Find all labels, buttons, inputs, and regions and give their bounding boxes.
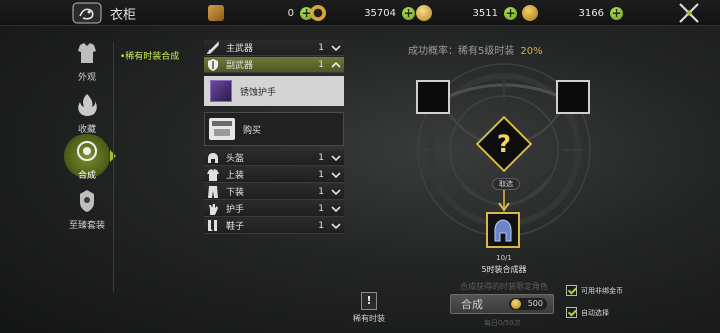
chevron-down-icon bbox=[331, 171, 341, 178]
success-rate: 成功概率：稀有5级时装 20% bbox=[408, 46, 543, 57]
subtab-rare-synthesis[interactable]: •稀有时装合成 bbox=[120, 49, 179, 62]
checkbox-box[interactable] bbox=[566, 307, 577, 318]
chevron-down-icon bbox=[331, 44, 341, 51]
material-slot-left[interactable] bbox=[416, 80, 450, 114]
category-row-bottom[interactable]: 下装 1 bbox=[204, 184, 344, 200]
category-row-main-weapon[interactable]: 主武器 1 bbox=[204, 40, 344, 56]
boots-icon bbox=[208, 219, 217, 231]
shield-icon bbox=[208, 58, 218, 71]
currency-coin-bag: 3511 + bbox=[416, 4, 517, 22]
item-name: 锈蚀护手 bbox=[240, 87, 277, 98]
add-coin-bag-button[interactable]: + bbox=[504, 6, 517, 20]
category-row-gauntlets[interactable]: 护手 1 bbox=[204, 201, 344, 217]
checkbox-use-unbound-coin[interactable]: 可用非绑金币 bbox=[566, 285, 623, 296]
chevron-up-icon bbox=[331, 61, 341, 68]
category-row-boots[interactable]: 鞋子 1 bbox=[204, 218, 344, 234]
armor-icon bbox=[78, 43, 96, 63]
close-icon[interactable] bbox=[677, 2, 701, 24]
item-card-selected[interactable]: 锈蚀护手 bbox=[204, 76, 344, 106]
nav-item-synthesis[interactable]: 合成 bbox=[62, 138, 112, 181]
synthesis-hint: 合成获得的时装限定角色 bbox=[460, 282, 548, 291]
gauntlet-icon bbox=[209, 203, 218, 215]
page-title: 衣柜 bbox=[110, 8, 137, 23]
sword-icon bbox=[206, 40, 219, 54]
nav-item-appearance[interactable]: 外观 bbox=[62, 40, 112, 83]
result-count: 10/1 bbox=[496, 254, 512, 262]
nav-item-ultimate-suit[interactable]: 至臻套装 bbox=[62, 188, 112, 231]
helmet-result-icon bbox=[494, 219, 512, 242]
rare-fashion-button[interactable]: ! 稀有时装 bbox=[352, 292, 386, 324]
synthesis-cost: 500 bbox=[509, 298, 547, 310]
nav-item-collection[interactable]: 收藏 bbox=[62, 92, 112, 135]
chevron-down-icon bbox=[331, 188, 341, 195]
down-arrow-icon bbox=[498, 190, 510, 212]
chest-icon bbox=[207, 168, 219, 181]
add-gold-ring-button[interactable]: + bbox=[402, 6, 415, 20]
synthesis-icon bbox=[77, 141, 97, 161]
category-row-sub-weapon[interactable]: 副武器 1 bbox=[204, 57, 344, 73]
shop-icon bbox=[209, 118, 235, 140]
pants-icon bbox=[208, 185, 218, 198]
gold-coin-icon bbox=[522, 5, 538, 21]
gold-coin-icon bbox=[511, 299, 521, 309]
coin-bag-icon bbox=[416, 5, 432, 21]
alert-icon: ! bbox=[361, 292, 377, 310]
checkbox-auto-select[interactable]: 自动选择 bbox=[566, 307, 609, 318]
suit-icon bbox=[80, 190, 94, 212]
currency-gold-ring: 35704 + bbox=[310, 4, 415, 22]
category-row-helmet[interactable]: 头盔 1 bbox=[204, 150, 344, 166]
checkbox-box[interactable] bbox=[566, 285, 577, 296]
buy-button[interactable]: 购买 bbox=[204, 112, 344, 146]
question-mark-icon: ? bbox=[497, 130, 511, 158]
nav-divider bbox=[113, 42, 114, 292]
ticket-icon bbox=[208, 5, 224, 21]
currency-ticket: 0 + bbox=[208, 4, 313, 22]
flame-icon bbox=[78, 94, 97, 116]
category-row-top[interactable]: 上装 1 bbox=[204, 167, 344, 183]
wardrobe-logo-icon bbox=[72, 2, 102, 24]
chevron-down-icon bbox=[331, 222, 341, 229]
result-slot[interactable] bbox=[486, 212, 520, 248]
currency-gold-coin: 3166 + bbox=[522, 4, 623, 22]
chevron-down-icon bbox=[331, 154, 341, 161]
gold-ring-icon bbox=[310, 5, 326, 21]
material-slot-right[interactable] bbox=[556, 80, 590, 114]
result-name: 5时装合成器 bbox=[481, 265, 527, 274]
daily-limit: 每日0/50次 bbox=[484, 319, 521, 327]
chevron-down-icon bbox=[331, 205, 341, 212]
add-gold-coin-button[interactable]: + bbox=[610, 6, 623, 20]
pick-button[interactable]: 取选 bbox=[492, 178, 520, 190]
top-bar: 衣柜 0 + 35704 + 3511 + 3166 + bbox=[0, 0, 720, 26]
gauntlet-item-thumbnail bbox=[210, 80, 232, 102]
synthesize-button[interactable]: 合成 500 bbox=[450, 294, 554, 314]
helmet-icon bbox=[208, 152, 218, 163]
